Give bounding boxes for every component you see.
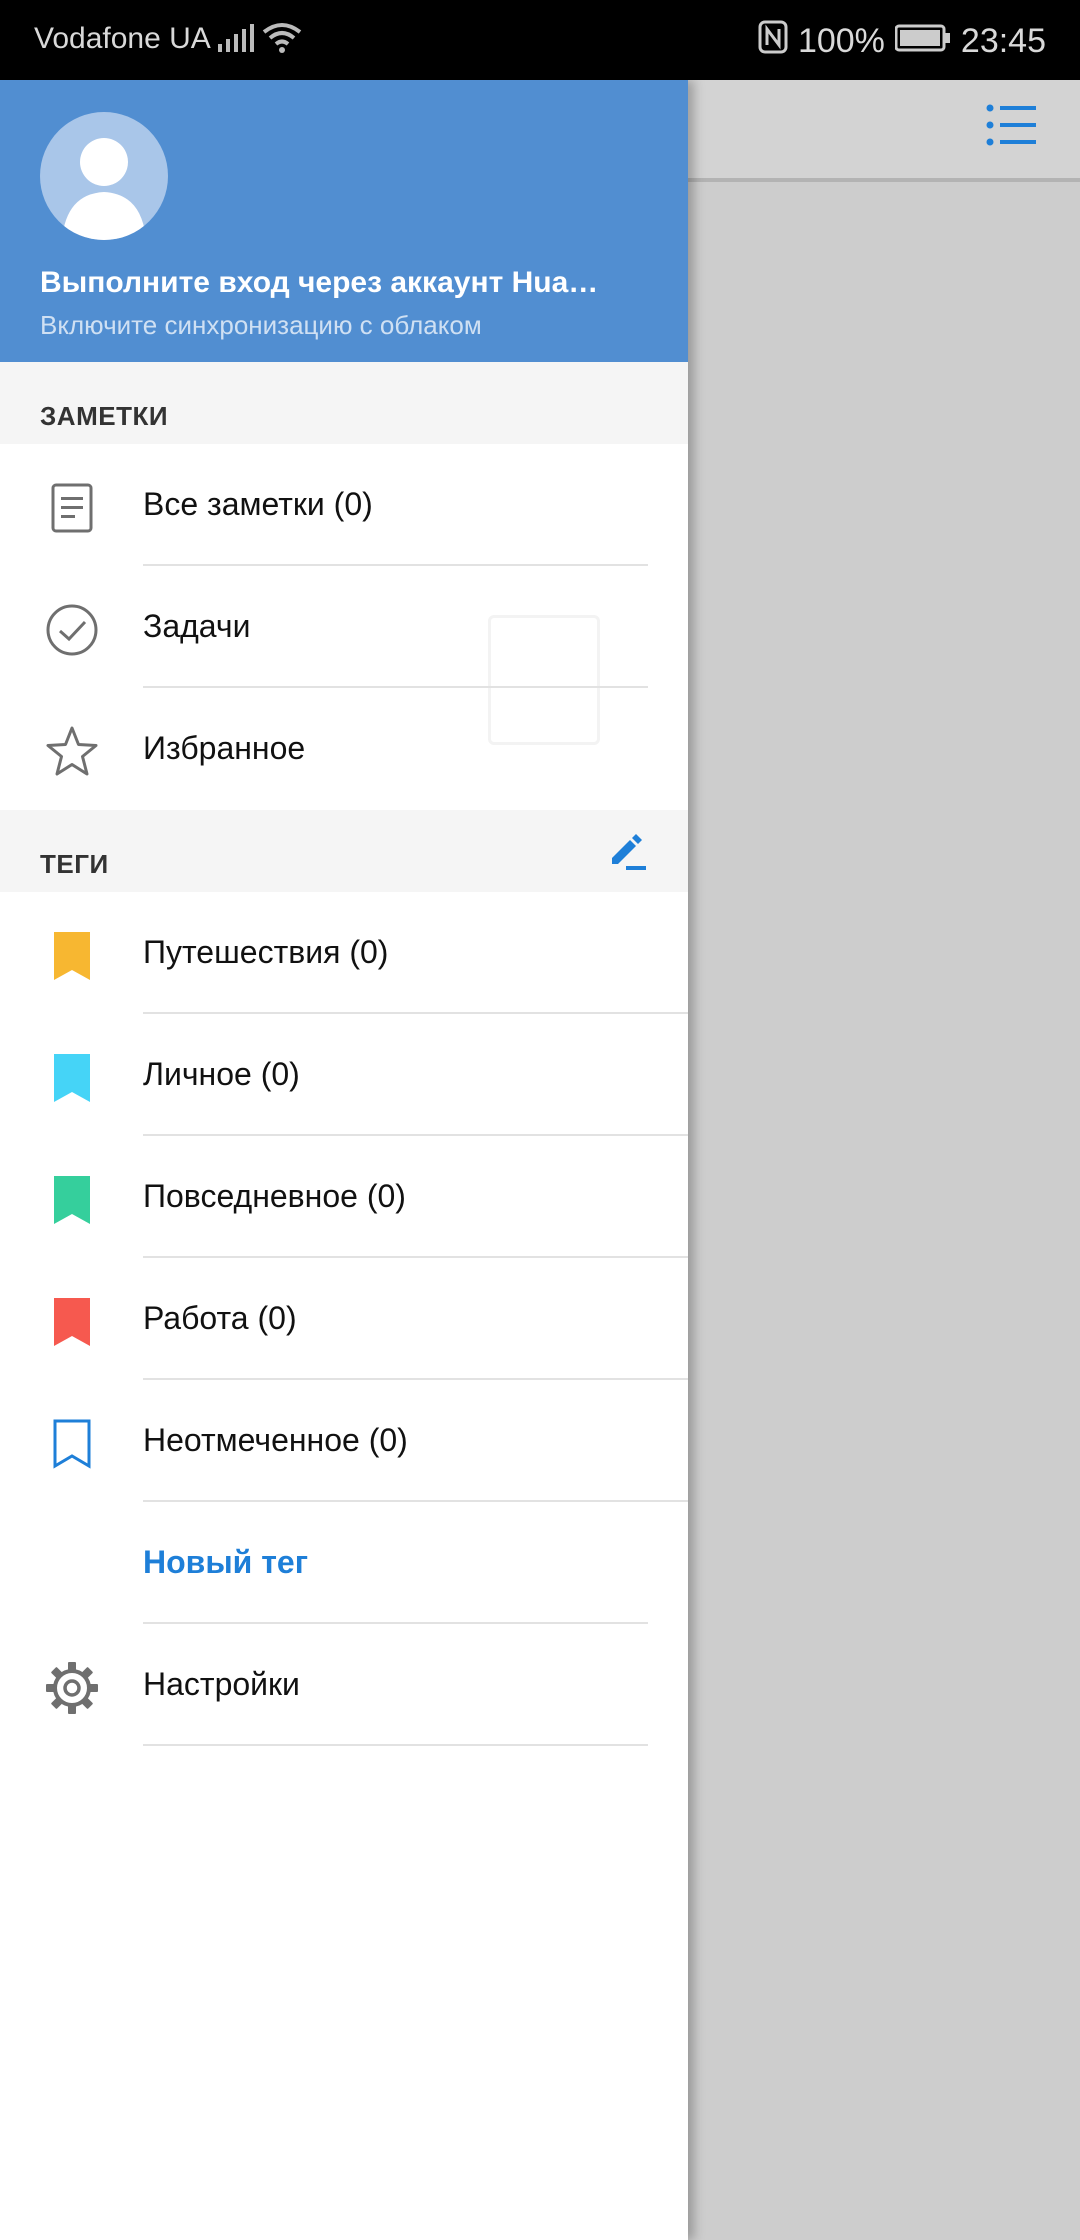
menu-item-label: Настройки	[143, 1666, 300, 1702]
notes-section-title: ЗАМЕТКИ	[40, 401, 169, 431]
tag-label: Повседневное (0)	[143, 1178, 406, 1214]
battery-percent: 100%	[797, 22, 885, 60]
navigation-drawer: Выполните вход через аккаунт Hua… Включи…	[0, 80, 688, 2240]
notes-section-header: ЗАМЕТКИ	[0, 362, 688, 444]
menu-item-all-notes[interactable]: Все заметки (0)	[0, 444, 688, 566]
bookmark-icon	[44, 928, 100, 984]
menu-item-settings[interactable]: Настройки	[0, 1624, 688, 1746]
battery-icon	[894, 22, 951, 61]
tag-item-untagged[interactable]: Неотмеченное (0)	[0, 1380, 688, 1502]
star-icon	[44, 724, 100, 780]
new-tag-label: Новый тег	[143, 1544, 309, 1580]
check-circle-icon	[44, 602, 100, 658]
status-bar: Vodafone UA 100% 23:45	[0, 0, 1080, 80]
menu-item-label: Все заметки (0)	[143, 486, 373, 522]
tag-label: Работа (0)	[143, 1300, 297, 1336]
bookmark-icon	[44, 1172, 100, 1228]
avatar[interactable]	[40, 112, 168, 240]
menu-item-label: Задачи	[143, 608, 251, 644]
tag-label: Путешествия (0)	[143, 934, 389, 970]
nfc-icon	[758, 20, 788, 63]
list-view-icon[interactable]	[986, 102, 1036, 153]
clock: 23:45	[960, 22, 1046, 60]
tag-label: Неотмеченное (0)	[143, 1422, 408, 1458]
menu-item-favorites[interactable]: Избранное	[0, 688, 688, 810]
tag-item-travel[interactable]: Путешествия (0)	[0, 892, 688, 1014]
login-title: Выполните вход через аккаунт Hua…	[40, 266, 599, 299]
background-toolbar	[688, 80, 1080, 182]
edit-tags-icon[interactable]	[606, 830, 648, 877]
tag-item-personal[interactable]: Личное (0)	[0, 1014, 688, 1136]
tags-section-title: ТЕГИ	[40, 849, 109, 879]
login-subtitle: Включите синхронизацию с облаком	[40, 310, 482, 340]
bookmark-icon	[44, 1050, 100, 1106]
status-right: 100% 23:45	[758, 20, 1046, 63]
background-app[interactable]	[688, 80, 1080, 2240]
menu-item-tasks[interactable]: Задачи	[0, 566, 688, 688]
tag-item-work[interactable]: Работа (0)	[0, 1258, 688, 1380]
tag-item-everyday[interactable]: Повседневное (0)	[0, 1136, 688, 1258]
new-tag-button[interactable]: Новый тег	[0, 1502, 688, 1624]
signal-icon	[218, 24, 254, 60]
gear-icon	[44, 1660, 100, 1716]
bookmark-icon	[44, 1294, 100, 1350]
divider	[143, 1744, 648, 1746]
wifi-icon	[262, 22, 302, 62]
tags-section-header: ТЕГИ	[0, 810, 688, 892]
tag-label: Личное (0)	[143, 1056, 300, 1092]
document-icon	[44, 480, 100, 536]
bookmark-outline-icon	[44, 1416, 100, 1472]
carrier-name: Vodafone UA	[34, 22, 211, 55]
menu-item-label: Избранное	[143, 730, 306, 766]
account-header[interactable]: Выполните вход через аккаунт Hua… Включи…	[0, 80, 688, 362]
